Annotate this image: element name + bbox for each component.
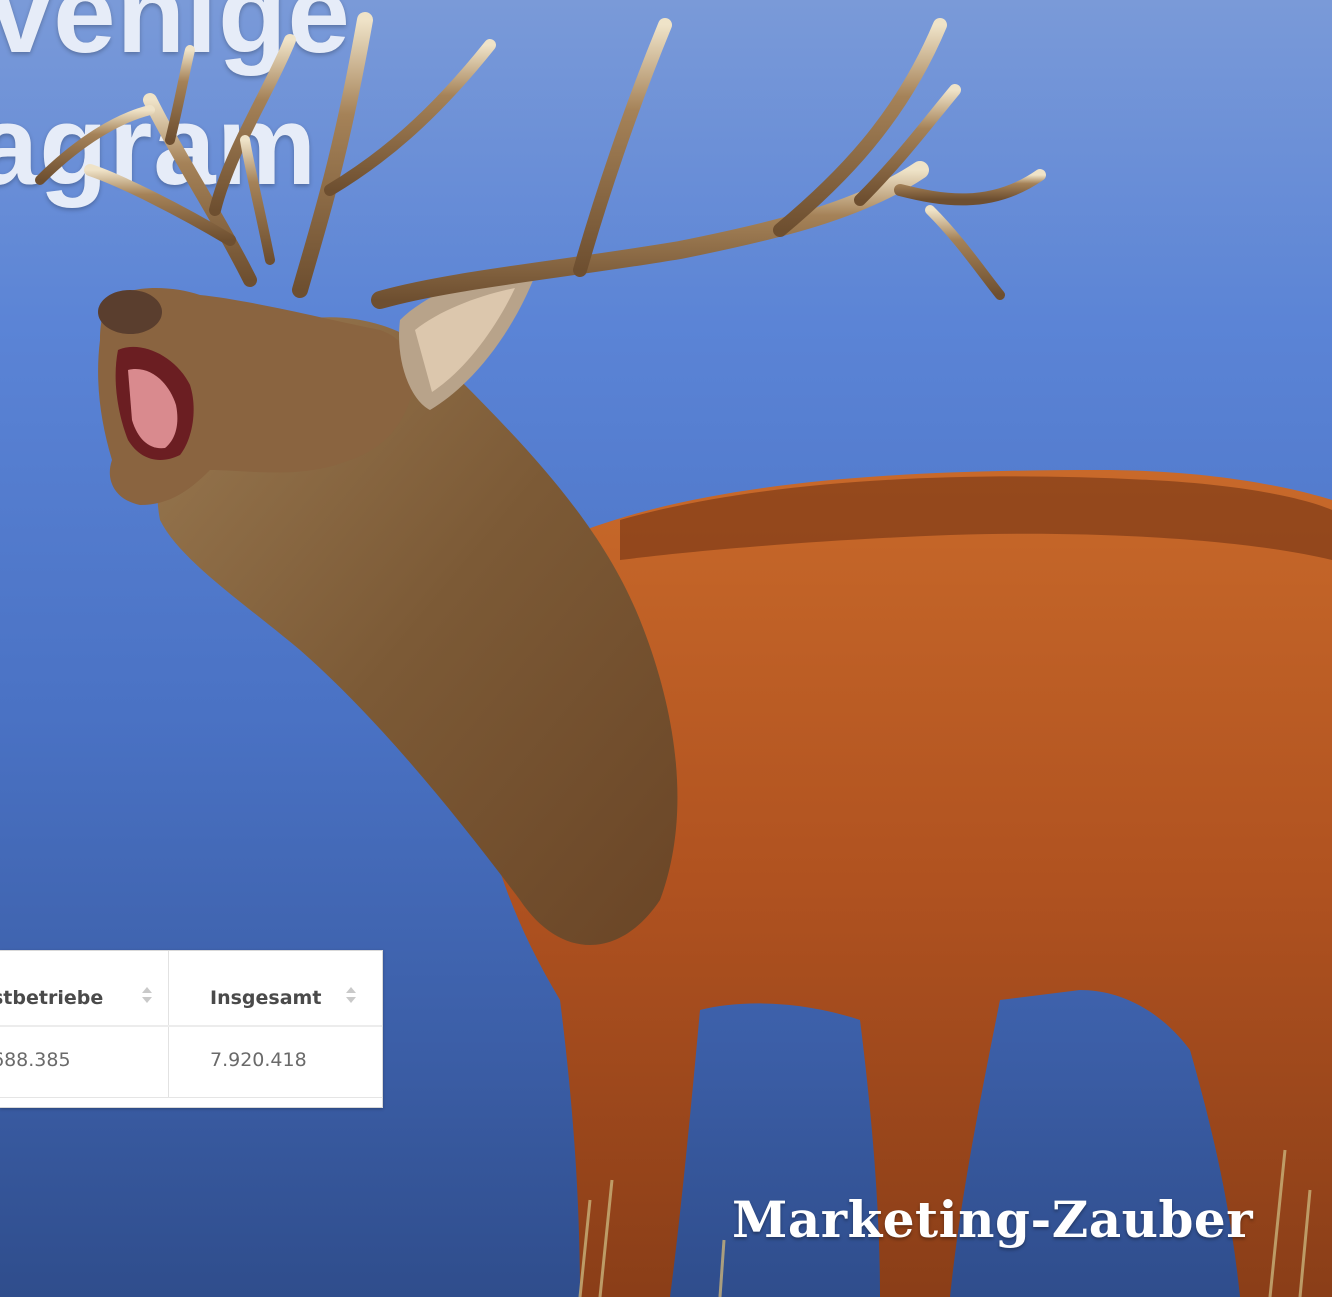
column-divider: [168, 1027, 169, 1097]
stats-table-snippet: stbetriebe Insgesamt 688.385 7.920.418: [0, 950, 383, 1108]
column-header-betriebe[interactable]: stbetriebe: [0, 987, 103, 1009]
sort-icon[interactable]: [346, 985, 356, 1007]
column-header-insgesamt[interactable]: Insgesamt: [210, 987, 321, 1009]
column-divider: [168, 951, 169, 1025]
sort-icon[interactable]: [142, 985, 152, 1007]
table-header-row: stbetriebe Insgesamt: [0, 951, 382, 1027]
table-row: 688.385 7.920.418: [0, 1027, 382, 1098]
brand-wordmark: Marketing-Zauber: [732, 1190, 1254, 1249]
cell-insgesamt-value: 7.920.418: [210, 1049, 307, 1071]
cell-betriebe-value: 688.385: [0, 1049, 71, 1071]
